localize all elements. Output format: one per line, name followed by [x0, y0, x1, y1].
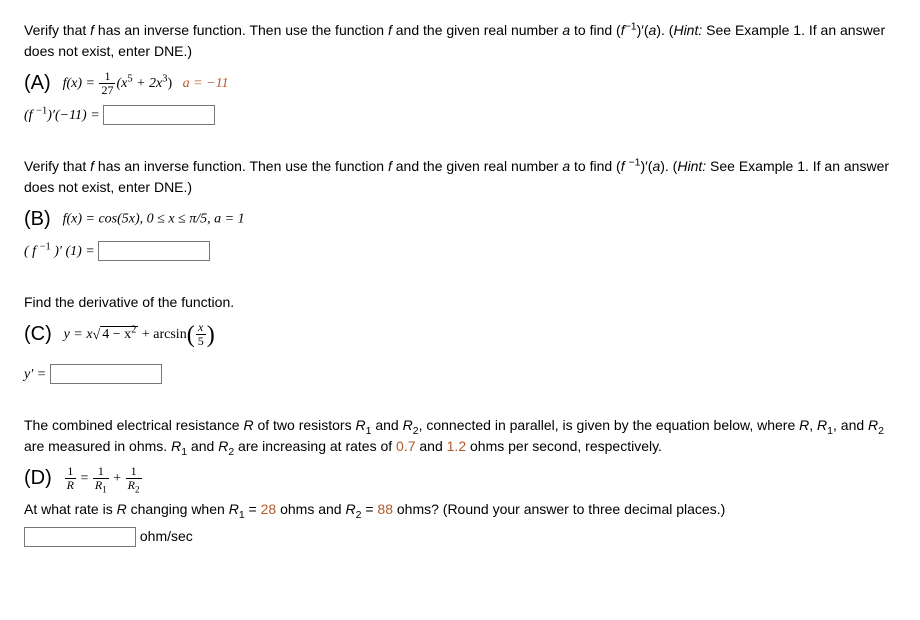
- unit-label: ohm/sec: [136, 528, 193, 544]
- answer-input-d[interactable]: [24, 527, 136, 547]
- problem-d-intro: The combined electrical resistance R of …: [24, 415, 896, 457]
- label-a: (A): [24, 68, 51, 98]
- problem-d-equation: (D) 1R = 1R1 + 1R2: [24, 463, 896, 493]
- problem-a-answer-row: (f −1)′(−11) =: [24, 104, 896, 126]
- problem-c: Find the derivative of the function. (C)…: [24, 292, 896, 385]
- problem-a: Verify that f has an inverse function. T…: [24, 20, 896, 126]
- problem-c-function: (C) y = x√4 − x2 + arcsin(x5): [24, 319, 896, 349]
- problem-b-answer-row: ( f −1 )′ (1) =: [24, 240, 896, 262]
- problem-d: The combined electrical resistance R of …: [24, 415, 896, 547]
- problem-d-question: At what rate is R changing when R1 = 28 …: [24, 499, 896, 520]
- problem-d-answer-row: ohm/sec: [24, 526, 896, 547]
- answer-input-a[interactable]: [103, 105, 215, 125]
- problem-b: Verify that f has an inverse function. T…: [24, 156, 896, 262]
- answer-input-c[interactable]: [50, 364, 162, 384]
- label-c: (C): [24, 319, 52, 349]
- problem-b-intro: Verify that f has an inverse function. T…: [24, 156, 896, 198]
- answer-input-b[interactable]: [98, 241, 210, 261]
- problem-a-intro: Verify that f has an inverse function. T…: [24, 20, 896, 62]
- label-b: (B): [24, 204, 51, 234]
- label-d: (D): [24, 463, 52, 493]
- problem-c-answer-row: y′ =: [24, 363, 896, 385]
- problem-c-intro: Find the derivative of the function.: [24, 292, 896, 313]
- problem-a-function: (A) f(x) = 127(x5 + 2x3) a = −11: [24, 68, 896, 98]
- problem-b-function: (B) f(x) = cos(5x), 0 ≤ x ≤ π/5, a = 1: [24, 204, 896, 234]
